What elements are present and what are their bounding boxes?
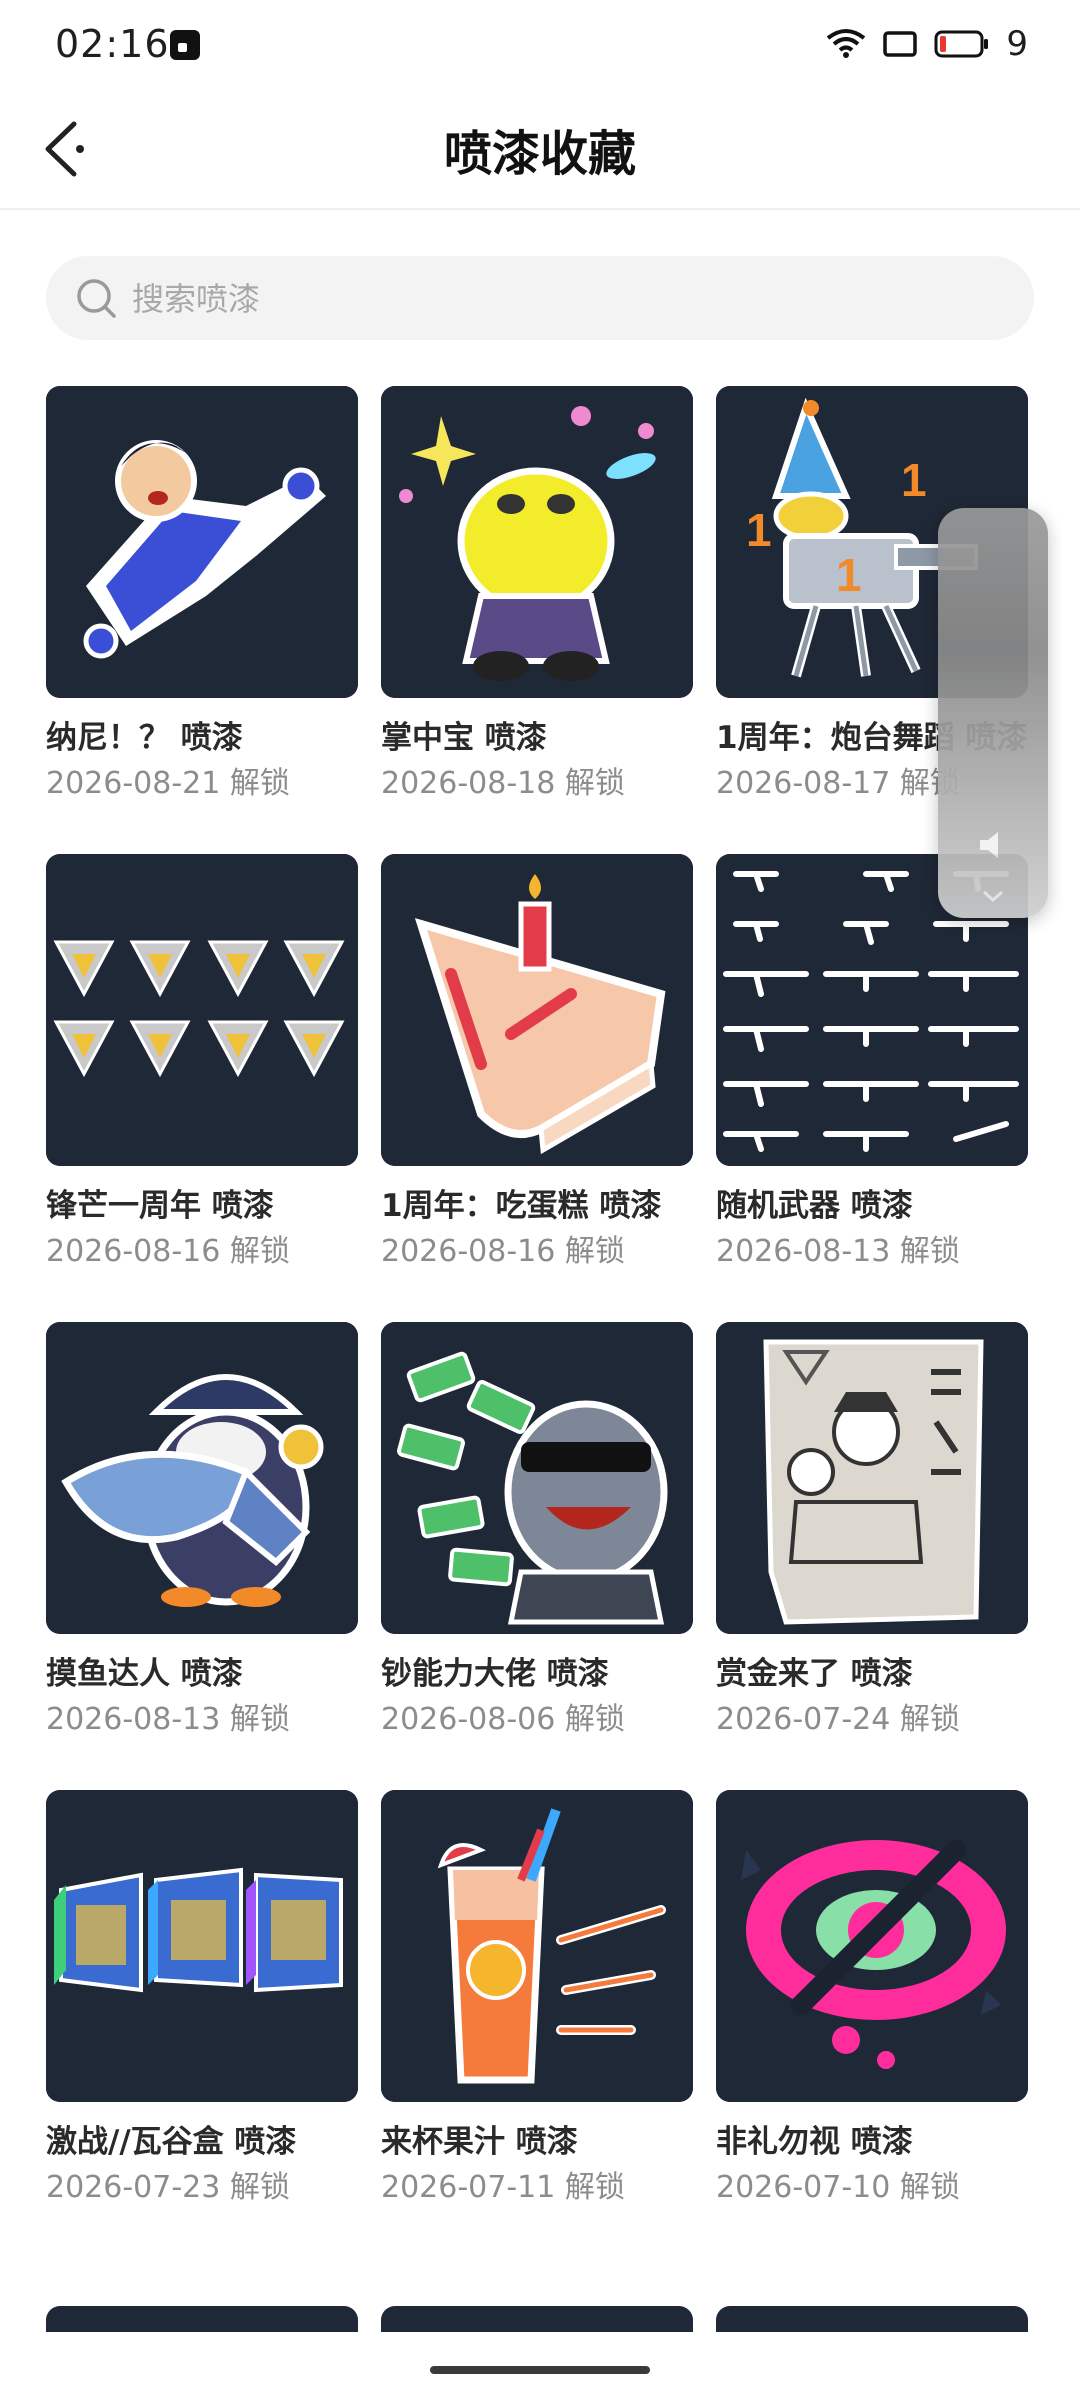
spray-card[interactable]: 锋芒一周年 喷漆 2026-08-16 解锁 [46, 854, 358, 1322]
battery-icon [934, 30, 989, 58]
spray-card[interactable]: 赏金来了 喷漆 2026-07-24 解锁 [716, 1322, 1028, 1790]
spray-unlock-date: 2026-08-18 解锁 [381, 766, 625, 801]
spray-thumbnail [716, 1790, 1028, 2102]
spray-title: 纳尼！？ 喷漆 [46, 720, 243, 756]
spray-thumbnail [46, 1322, 358, 1634]
spray-unlock-date: 2026-07-23 解锁 [46, 2170, 290, 2205]
spray-title: 摸鱼达人 喷漆 [46, 1656, 243, 1692]
app-header: 喷漆收藏 [0, 90, 1080, 210]
spray-thumbnail [381, 386, 693, 698]
spray-thumbnail [46, 854, 358, 1166]
notification-icon [170, 30, 200, 60]
spray-grid: 纳尼！？ 喷漆 2026-08-21 解锁 掌中宝 喷漆 2026-08-18 … [46, 386, 1034, 2258]
screen-rotate-icon [883, 31, 918, 57]
status-time: 02:16 [55, 22, 170, 66]
spray-thumbnail-partial [716, 2306, 1028, 2332]
spray-unlock-date: 2026-08-16 解锁 [46, 1234, 290, 1269]
spray-card[interactable]: 来杯果汁 喷漆 2026-07-11 解锁 [381, 1790, 693, 2258]
spray-thumbnail [381, 1322, 693, 1634]
spray-unlock-date: 2026-07-10 解锁 [716, 2170, 960, 2205]
svg-text:1: 1 [901, 454, 927, 506]
spray-card[interactable]: 激战//瓦谷盒 喷漆 2026-07-23 解锁 [46, 1790, 358, 2258]
status-bar: 02:16 9 [0, 0, 1080, 90]
spray-unlock-date: 2026-08-16 解锁 [381, 1234, 625, 1269]
spray-title: 来杯果汁 喷漆 [381, 2124, 578, 2160]
spray-card[interactable]: 1周年：吃蛋糕 喷漆 2026-08-16 解锁 [381, 854, 693, 1322]
spray-card[interactable]: 摸鱼达人 喷漆 2026-08-13 解锁 [46, 1322, 358, 1790]
chevron-down-icon[interactable] [982, 890, 1004, 902]
spray-thumbnail [716, 1322, 1028, 1634]
wifi-icon [827, 29, 866, 58]
spray-unlock-date: 2026-08-21 解锁 [46, 766, 290, 801]
spray-card[interactable]: 非礼勿视 喷漆 2026-07-10 解锁 [716, 1790, 1028, 2258]
spray-unlock-date: 2026-08-13 解锁 [716, 1234, 960, 1269]
page-title: 喷漆收藏 [443, 126, 636, 182]
spray-title: 激战//瓦谷盒 喷漆 [46, 2124, 297, 2160]
spray-title: 1周年：吃蛋糕 喷漆 [381, 1188, 662, 1224]
spray-card[interactable]: 随机武器 喷漆 2026-08-13 解锁 [716, 854, 1028, 1322]
spray-thumbnail [46, 386, 358, 698]
spray-thumbnail-partial [46, 2306, 358, 2332]
spray-unlock-date: 2026-07-24 解锁 [716, 1702, 960, 1737]
volume-slider[interactable] [938, 508, 1048, 918]
spray-unlock-date: 2026-07-11 解锁 [381, 2170, 625, 2205]
svg-text:1: 1 [746, 504, 772, 556]
speaker-icon [980, 832, 998, 858]
spray-title: 掌中宝 喷漆 [381, 720, 547, 756]
status-icons: 9 [826, 24, 1028, 64]
spray-title: 非礼勿视 喷漆 [716, 2124, 913, 2160]
spray-title: 锋芒一周年 喷漆 [46, 1188, 274, 1224]
spray-title: 赏金来了 喷漆 [716, 1656, 913, 1692]
spray-card[interactable]: 掌中宝 喷漆 2026-08-18 解锁 [381, 386, 693, 854]
search-icon [77, 279, 116, 318]
spray-thumbnail [381, 854, 693, 1166]
spray-title: 随机武器 喷漆 [716, 1188, 913, 1224]
search-input[interactable] [130, 256, 994, 342]
spray-thumbnail [46, 1790, 358, 2102]
search-bar[interactable] [46, 256, 1034, 342]
spray-thumbnail-partial [381, 2306, 693, 2332]
spray-thumbnail [381, 1790, 693, 2102]
partial-next-row [46, 2306, 1034, 2332]
svg-text:1: 1 [836, 549, 862, 601]
spray-unlock-date: 2026-08-06 解锁 [381, 1702, 625, 1737]
spray-card[interactable]: 纳尼！？ 喷漆 2026-08-21 解锁 [46, 386, 358, 854]
battery-level: 9 [1006, 24, 1028, 64]
spray-unlock-date: 2026-08-13 解锁 [46, 1702, 290, 1737]
spray-title: 钞能力大佬 喷漆 [381, 1656, 609, 1692]
home-indicator[interactable] [430, 2366, 650, 2374]
spray-card[interactable]: 钞能力大佬 喷漆 2026-08-06 解锁 [381, 1322, 693, 1790]
